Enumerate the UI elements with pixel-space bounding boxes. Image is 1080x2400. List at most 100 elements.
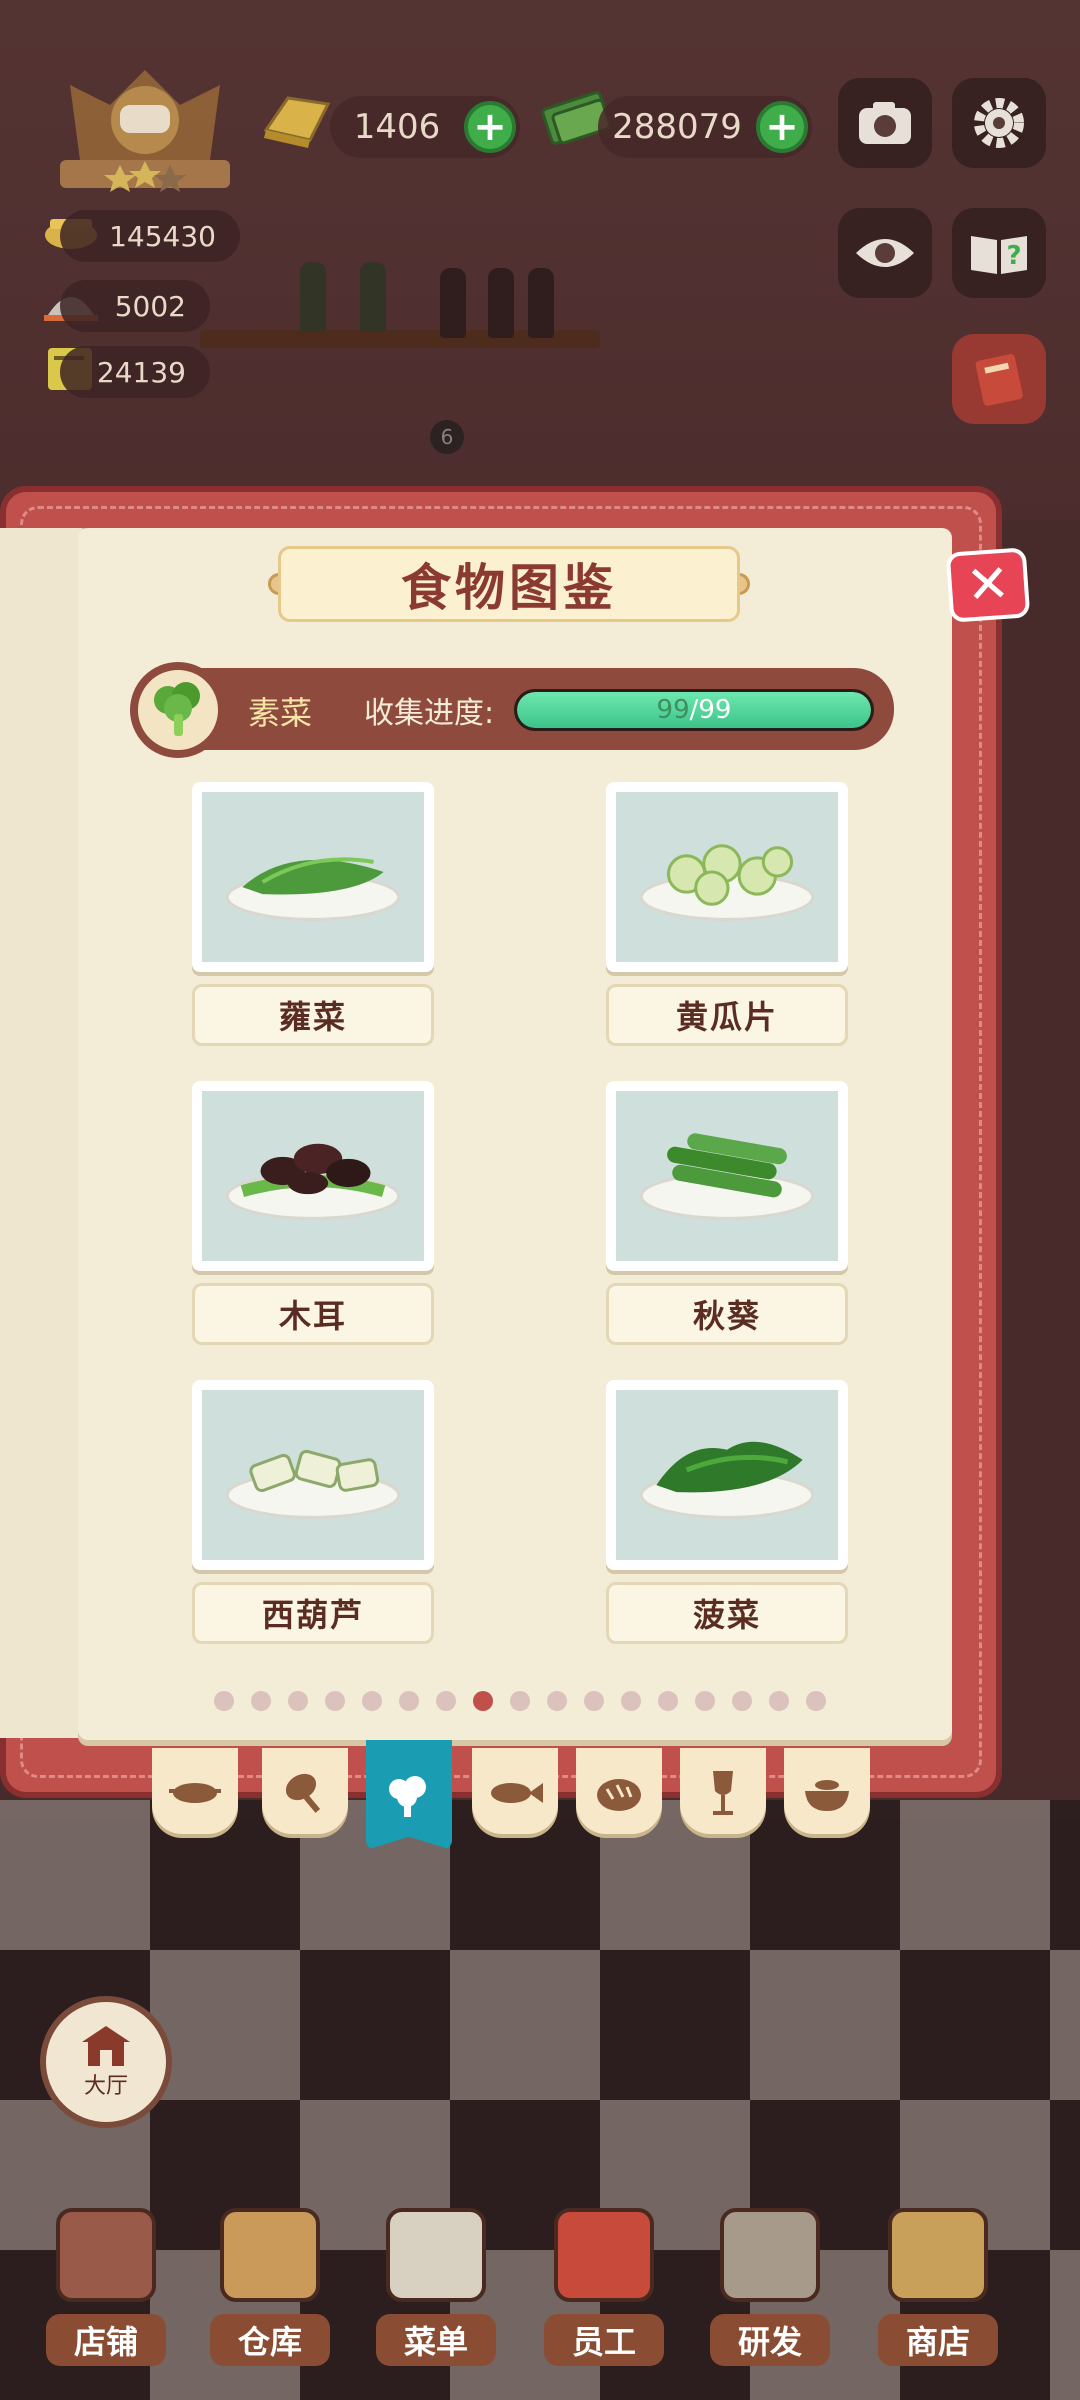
gold-bar-value: 1406 [353,107,441,147]
food-image-frame [616,1091,838,1261]
cash-counter: 288079 + [598,96,812,158]
food-name-label: 菠菜 [606,1582,848,1644]
food-card[interactable] [606,1380,848,1570]
food-card[interactable] [192,1380,434,1570]
food-image-frame [202,1091,424,1261]
recipe-book-icon [975,354,1023,406]
nav-label: 仓库 [210,2314,330,2366]
zucchini-dish-icon [225,1449,401,1519]
nav-label: 研发 [710,2314,830,2366]
food-name-label: 西葫芦 [192,1582,434,1644]
soup-bowl-icon [805,1780,849,1811]
page-dot[interactable] [362,1691,382,1711]
collection-progress-bar: 99 /99 [514,689,874,731]
nav-label: 员工 [544,2314,664,2366]
gold-bar-counter: 1406 + [330,96,520,158]
page-dot[interactable] [510,1691,530,1711]
category-tab[interactable] [152,1748,238,1834]
category-tab[interactable] [576,1748,662,1834]
food-card[interactable] [606,1081,848,1271]
cash-value: 288079 [612,107,742,147]
category-tab[interactable] [680,1748,766,1834]
clipboard-icon [386,2208,486,2302]
stat-counter: 24139 [60,346,210,398]
progress-label: 收集进度: [364,696,495,731]
recipe-book-button[interactable] [952,334,1046,424]
book-left-page [0,528,86,1738]
category-tab[interactable] [262,1748,348,1834]
page-dot[interactable] [621,1691,641,1711]
page-dot[interactable] [584,1691,604,1711]
page-dot[interactable] [547,1691,567,1711]
boxes-icon [220,2208,320,2302]
gear-icon [974,98,1024,148]
category-name: 素菜 [248,694,313,732]
camera-button[interactable] [838,78,932,168]
drumstick-icon [285,1773,321,1813]
close-button[interactable]: ✕ [945,547,1031,623]
nav-item[interactable]: 菜单 [366,2180,506,2380]
page-dot[interactable] [436,1691,456,1711]
wok-icon [169,1783,221,1803]
hall-label: 大厅 [83,2074,128,2099]
category-tab[interactable] [366,1740,452,1850]
food-card[interactable] [606,782,848,972]
nav-label: 菜单 [376,2314,496,2366]
page-dot[interactable] [214,1691,234,1711]
hall-button[interactable]: 大厅 [40,1996,172,2128]
nav-label: 商店 [878,2314,998,2366]
broccoli-icon [154,682,200,736]
close-icon: ✕ [964,553,1012,617]
food-image-frame [202,1390,424,1560]
settings-button[interactable] [952,78,1046,168]
page-dot[interactable] [732,1691,752,1711]
stat-counter: 145430 [60,210,240,262]
category-tab[interactable] [784,1748,870,1834]
page-dot[interactable] [695,1691,715,1711]
food-name-label: 秋葵 [606,1283,848,1345]
nav-item[interactable]: 商店 [868,2180,1008,2380]
stat-value: 24139 [96,355,186,389]
panel-title-banner: 食物图鉴 [278,546,740,622]
category-tab[interactable] [472,1748,558,1834]
food-name-label: 黄瓜片 [606,984,848,1046]
food-name-label: 木耳 [192,1283,434,1345]
add-cash-button[interactable]: + [756,101,808,153]
water-spinach-dish-icon [225,857,401,921]
house-icon [82,2026,130,2066]
food-image-frame [616,1390,838,1560]
page-dot[interactable] [769,1691,789,1711]
storefront-icon [56,2208,156,2302]
food-name-label: 蕹菜 [192,984,434,1046]
food-card[interactable] [192,782,434,972]
gold-bar-icon [263,96,331,148]
question-book-icon: ? [971,236,1027,274]
page-dot[interactable] [325,1691,345,1711]
svg-text:?: ? [1006,241,1021,271]
chef-icon [554,2208,654,2302]
stat-counter: 5002 [60,280,210,332]
chef-rank-badge-icon[interactable] [50,65,240,195]
view-toggle-button[interactable] [838,208,932,298]
page-dot[interactable] [251,1691,271,1711]
broccoli-icon [389,1776,426,1817]
help-book-button[interactable]: ? [952,208,1046,298]
shop-stall-icon [888,2208,988,2302]
add-gold-button[interactable]: + [464,101,516,153]
food-card[interactable] [192,1081,434,1271]
page-dot[interactable] [806,1691,826,1711]
page-dot[interactable] [288,1691,308,1711]
nav-item[interactable]: 研发 [700,2180,840,2380]
page-dot[interactable] [399,1691,419,1711]
nav-item[interactable]: 店铺 [36,2180,176,2380]
page-dot-active[interactable] [473,1691,493,1711]
category-badge [130,662,226,758]
stat-value: 5002 [114,289,186,323]
panel-title: 食物图鉴 [401,559,617,617]
page-dot[interactable] [658,1691,678,1711]
nav-item[interactable]: 仓库 [200,2180,340,2380]
nav-item[interactable]: 员工 [534,2180,674,2380]
wine-glass-icon [713,1771,733,1815]
cucumber-slices-dish-icon [639,844,815,921]
nav-label: 店铺 [46,2314,166,2366]
